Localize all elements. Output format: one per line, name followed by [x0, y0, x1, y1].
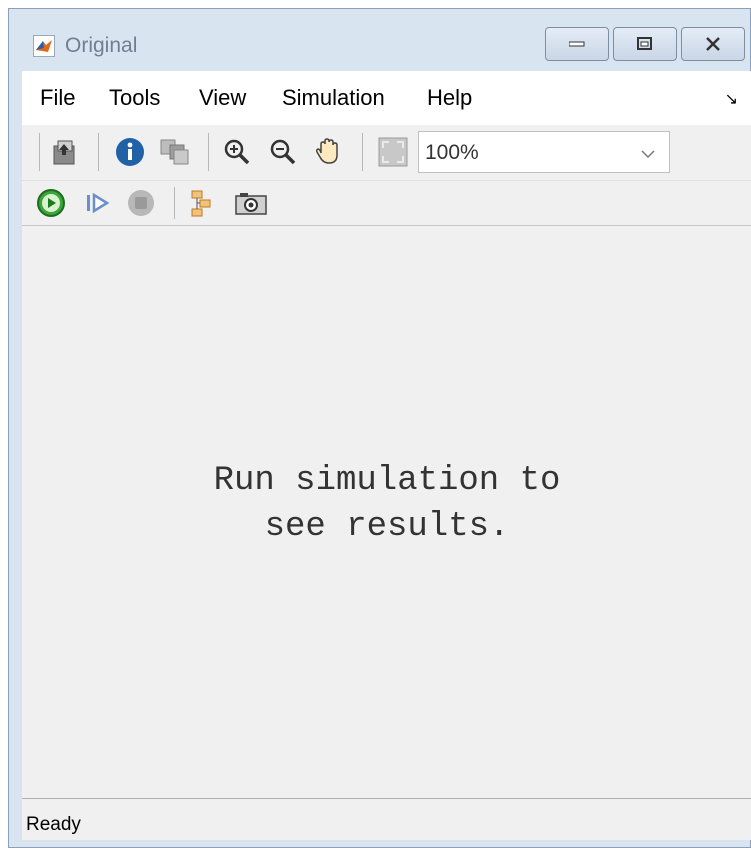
maximize-button[interactable] — [613, 27, 677, 61]
minimize-button[interactable] — [545, 27, 609, 61]
pan-hand-icon[interactable] — [312, 135, 344, 172]
canvas-message-line2: see results. — [264, 508, 510, 546]
status-bar: Ready — [22, 798, 751, 840]
zoom-out-icon[interactable] — [268, 137, 298, 172]
client-area: File Tools View Simulation Help ↘ 100% R… — [22, 71, 751, 840]
up-level-icon[interactable] — [49, 137, 79, 172]
toolbar-separator — [208, 133, 209, 171]
menu-bar: File Tools View Simulation Help ↘ — [22, 71, 751, 125]
undock-icon[interactable]: ↘ — [725, 89, 738, 109]
menu-tools[interactable]: Tools — [109, 85, 160, 111]
zoom-in-icon[interactable] — [222, 137, 252, 172]
snapshot-icon[interactable] — [234, 190, 268, 221]
zoom-dropdown[interactable]: 100% — [418, 131, 670, 173]
title-bar[interactable]: Original — [9, 9, 750, 71]
menu-file[interactable]: File — [40, 85, 75, 111]
scope-window: Original File Tools View Simulation Help… — [8, 8, 751, 848]
close-button[interactable] — [681, 27, 745, 61]
stop-icon[interactable] — [126, 188, 156, 223]
canvas-message-line1: Run simulation to — [213, 462, 561, 500]
scope-display[interactable]: Run simulation to see results. — [22, 226, 751, 798]
menu-help[interactable]: Help — [427, 85, 472, 111]
main-toolbar: 100% — [22, 125, 751, 181]
step-forward-icon[interactable] — [84, 189, 112, 222]
toolbar-separator — [362, 133, 363, 171]
status-text: Ready — [26, 814, 81, 835]
toolbar-separator — [98, 133, 99, 171]
menu-view[interactable]: View — [199, 85, 246, 111]
zoom-value: 100% — [425, 141, 479, 164]
toolbar-separator — [174, 187, 175, 219]
fit-to-view-icon[interactable] — [377, 136, 409, 173]
info-icon[interactable] — [114, 136, 146, 173]
chevron-down-icon — [641, 146, 655, 164]
toolbar-separator — [39, 133, 40, 171]
run-icon[interactable] — [36, 188, 66, 223]
window-title: Original — [65, 34, 138, 57]
menu-simulation[interactable]: Simulation — [282, 85, 385, 111]
simulation-toolbar — [22, 181, 751, 226]
library-icon[interactable] — [158, 137, 190, 172]
matlab-icon — [33, 35, 55, 57]
signal-hierarchy-icon[interactable] — [188, 189, 218, 222]
